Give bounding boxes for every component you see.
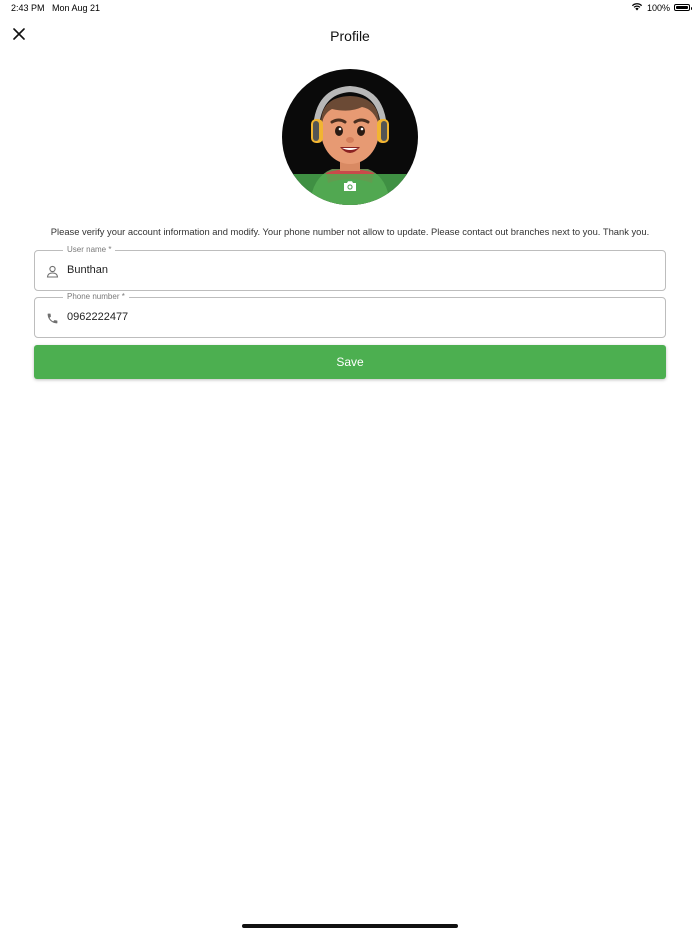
person-icon <box>44 263 60 279</box>
status-time: 2:43 PM <box>11 3 45 13</box>
battery-icon <box>674 4 692 11</box>
username-input[interactable] <box>67 264 647 276</box>
phone-field[interactable]: Phone number * <box>34 292 666 338</box>
home-indicator[interactable] <box>242 924 458 928</box>
username-field[interactable]: User name * <box>34 245 666 291</box>
camera-icon <box>343 179 357 197</box>
battery-percent: 100% <box>646 2 670 13</box>
phone-icon <box>44 310 60 326</box>
wifi-icon <box>631 2 643 13</box>
avatar[interactable] <box>282 69 418 205</box>
username-label: User name * <box>63 245 116 255</box>
info-text: Please verify your account information a… <box>50 226 650 237</box>
status-right: 100% <box>631 2 692 13</box>
status-bar: 2:43 PM Mon Aug 21 100% <box>0 0 700 18</box>
phone-label: Phone number * <box>63 292 129 302</box>
avatar-edit-overlay[interactable] <box>282 174 418 205</box>
page-title: Profile <box>330 28 370 44</box>
save-button[interactable]: Save <box>34 345 666 379</box>
header: Profile <box>0 22 700 50</box>
phone-input[interactable] <box>67 311 647 323</box>
status-date: Mon Aug 21 <box>52 3 101 13</box>
